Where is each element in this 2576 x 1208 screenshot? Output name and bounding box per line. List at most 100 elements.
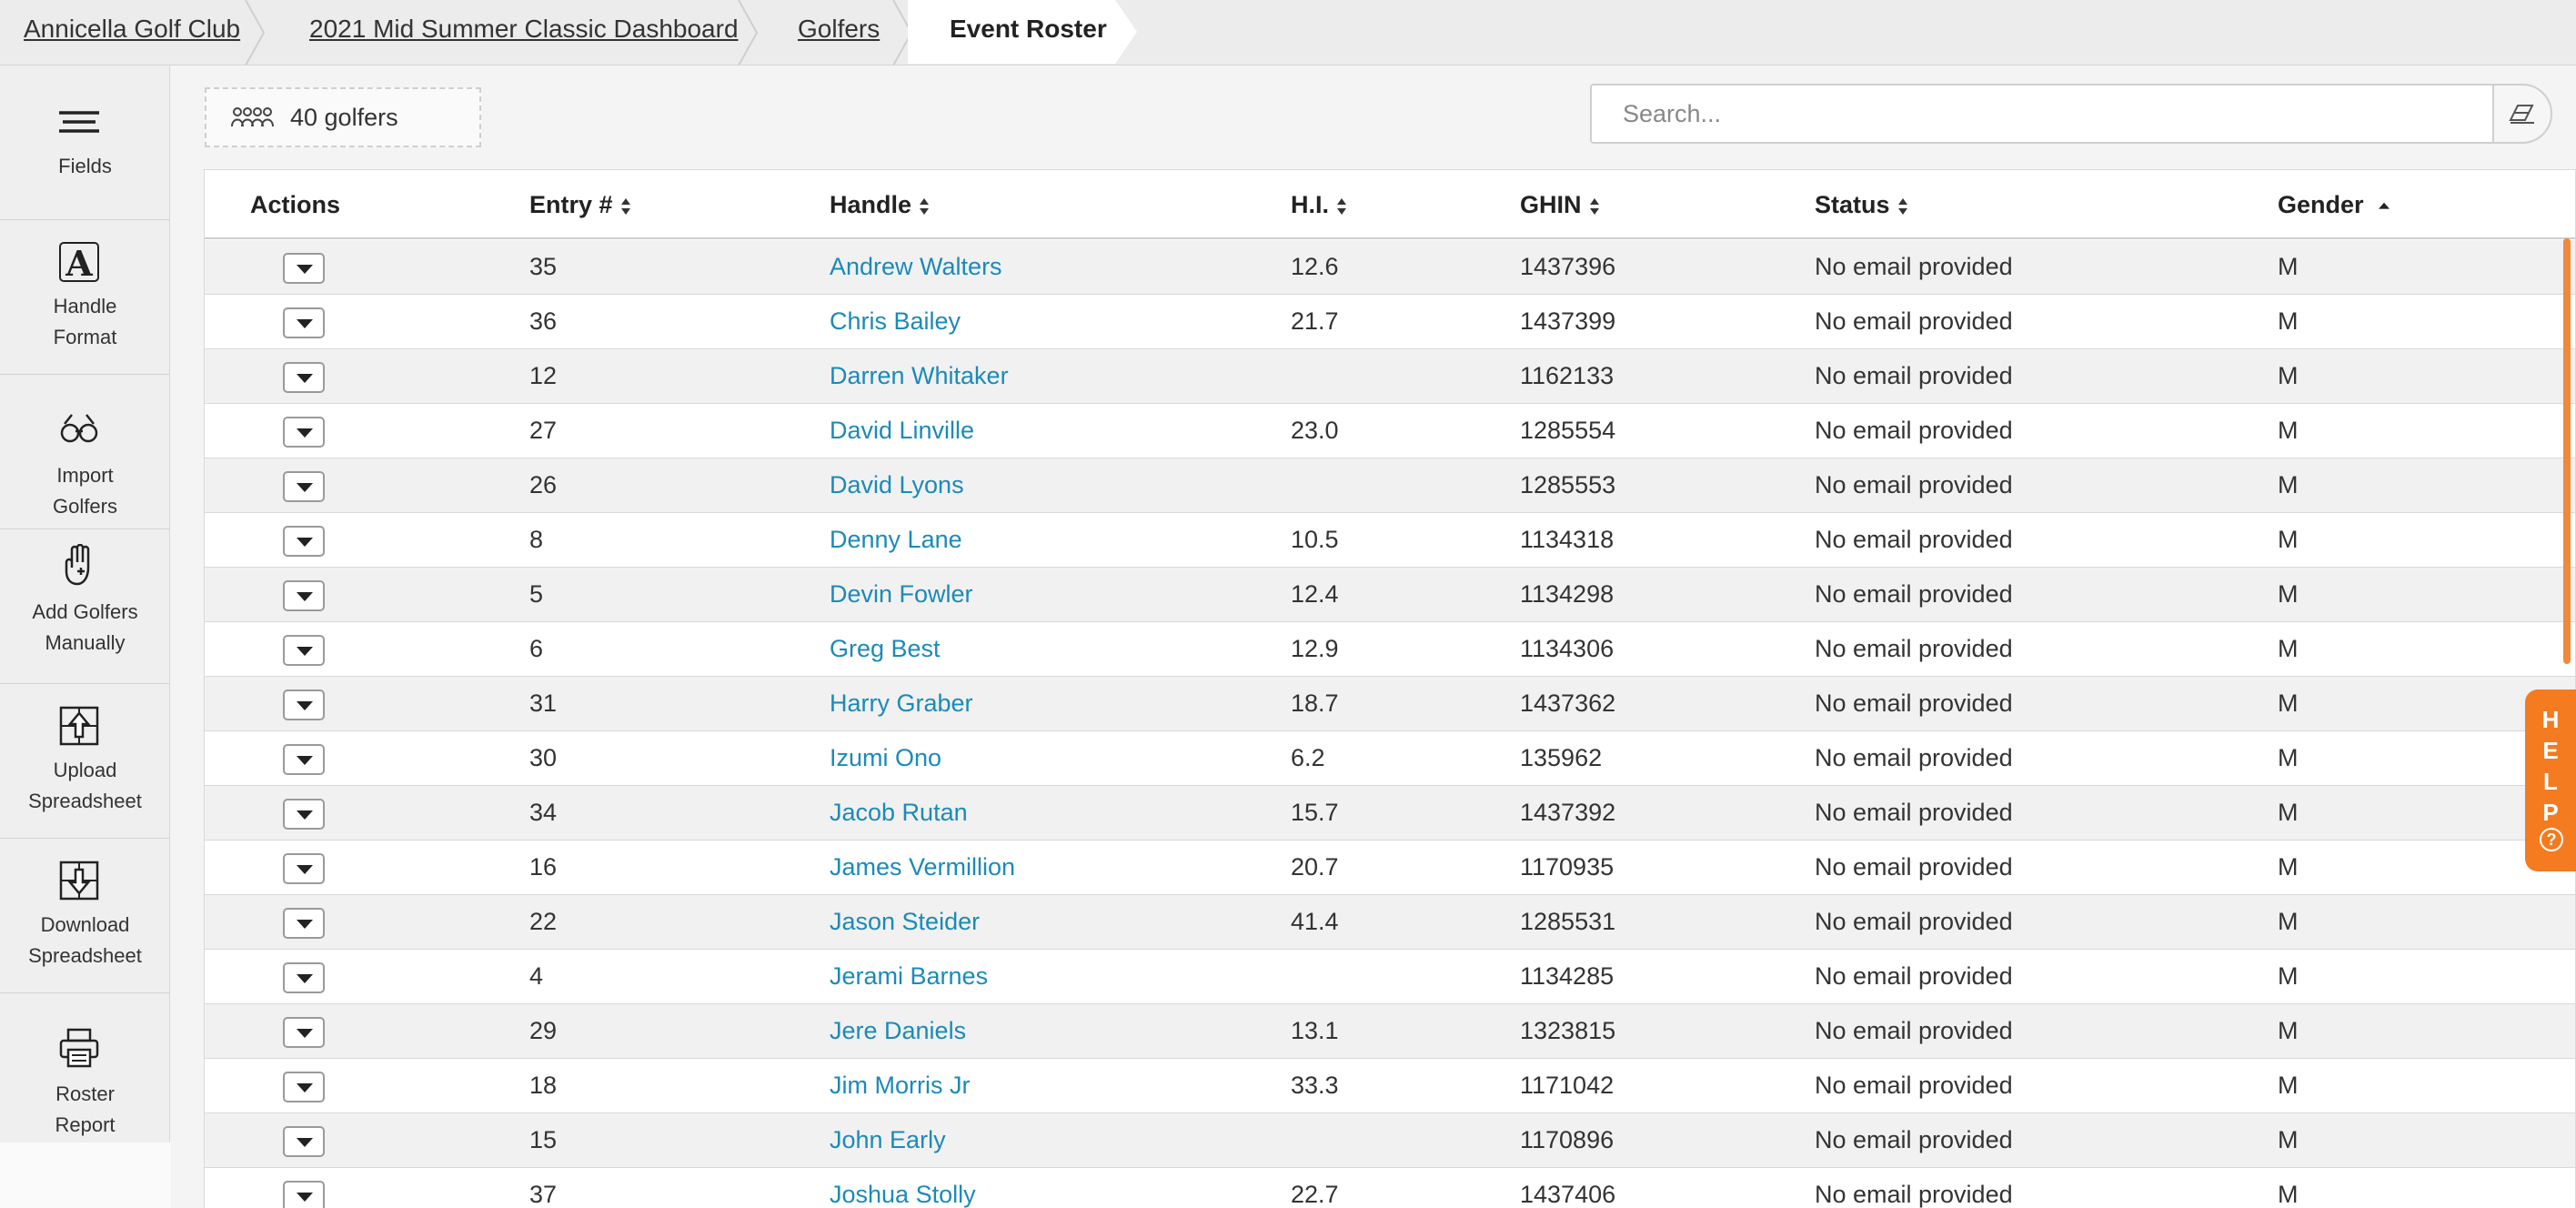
row-actions-dropdown-button[interactable] [283,1181,325,1208]
table-header: Actions Entry # Handle H.I. GHIN Status … [205,170,2575,239]
cell-entry: 27 [529,417,558,444]
cell-handle[interactable]: John Early [830,1113,946,1167]
cell-gender: M [2278,580,2299,608]
row-actions-dropdown-button[interactable] [283,417,325,448]
cell-entry: 15 [529,1126,558,1153]
row-actions-dropdown-button[interactable] [283,635,325,666]
cell-handle[interactable]: Chris Bailey [830,295,961,348]
cell-hi: 23.0 [1291,417,1339,444]
search-input[interactable] [1590,84,2494,144]
sidebar-item-label: Format [53,326,117,348]
cell-hi: 18.7 [1291,690,1339,717]
cell-gender: M [2278,635,2299,662]
cell-handle[interactable]: Denny Lane [830,513,962,567]
row-actions-dropdown-button[interactable] [283,362,325,393]
cell-handle[interactable]: Devin Fowler [830,568,973,621]
row-actions-dropdown-button[interactable] [283,690,325,720]
cell-handle[interactable]: Harry Graber [830,677,973,730]
cell-entry: 18 [529,1072,558,1099]
row-actions-dropdown-button[interactable] [283,1072,325,1102]
table-row: 16 James Vermillion 20.7 1170935 No email pr… [205,841,2575,895]
sidebar-item-fields[interactable]: Fields [0,65,170,220]
cell-hi: 10.5 [1291,526,1339,553]
cell-hi: 13.1 [1291,1017,1339,1044]
column-header-gender[interactable]: Gender [2278,170,2390,239]
sidebar: Fields A Handle Format Import Golfers Ad… [0,65,170,1143]
cell-gender: M [2278,853,2299,881]
cell-handle[interactable]: Jim Morris Jr [830,1059,970,1112]
sort-both-icon [1337,197,1347,215]
row-actions-dropdown-button[interactable] [283,853,325,884]
sidebar-item-label: Add Golfers [32,600,138,623]
golfer-count-label: 40 golfers [290,103,398,131]
sidebar-item-add-golfers-manually[interactable]: Add Golfers Manually [0,529,170,684]
row-actions-dropdown-button[interactable] [283,526,325,557]
column-header-hi[interactable]: H.I. [1291,170,1347,239]
row-actions-dropdown-button[interactable] [283,580,325,611]
row-actions-dropdown-button[interactable] [283,1017,325,1048]
download-spreadsheet-icon [59,861,99,901]
sidebar-item-roster-report[interactable]: Roster Report [0,993,170,1143]
breadcrumb-club-link[interactable]: Annicella Golf Club [24,0,240,65]
column-header-entry[interactable]: Entry # [529,170,631,239]
sort-both-icon [620,197,630,215]
table-row: 27 David Linville 23.0 1285554 No email prov… [205,404,2575,458]
cell-handle[interactable]: Andrew Walters [830,240,1002,294]
sort-both-icon [920,197,930,215]
cell-handle[interactable]: Izumi Ono [830,731,941,785]
row-actions-dropdown-button[interactable] [283,962,325,993]
column-header-handle[interactable]: Handle [830,170,930,239]
cell-hi: 12.4 [1291,580,1339,608]
cell-handle[interactable]: Jere Daniels [830,1004,966,1058]
sidebar-item-import-golfers[interactable]: Import Golfers [0,375,170,529]
sort-ascending-icon [2378,202,2390,209]
sidebar-item-upload-spreadsheet[interactable]: Upload Spreadsheet [0,684,170,839]
sidebar-item-label: Manually [45,631,126,654]
cell-handle[interactable]: Jacob Rutan [830,786,968,840]
cell-entry: 30 [529,744,558,771]
cell-handle[interactable]: Jason Steider [830,895,980,949]
cell-handle[interactable]: Greg Best [830,622,941,676]
table-row: 37 Joshua Stolly 22.7 1437406 No email provi… [205,1168,2575,1208]
cell-hi: 22.7 [1291,1181,1339,1208]
breadcrumb-dashboard-link[interactable]: 2021 Mid Summer Classic Dashboard [309,0,739,65]
column-header-status[interactable]: Status [1815,170,1908,239]
cell-ghin: 1134306 [1520,635,1615,662]
cell-ghin: 1171042 [1520,1072,1615,1099]
sidebar-item-download-spreadsheet[interactable]: Download Spreadsheet [0,839,170,993]
sidebar-item-handle-format[interactable]: A Handle Format [0,220,170,375]
cell-gender: M [2278,908,2299,935]
breadcrumb-separator [738,0,759,65]
help-tab[interactable]: H E L P ? [2525,690,2576,871]
cell-status: No email provided [1815,362,2013,389]
cell-gender: M [2278,307,2299,335]
row-actions-dropdown-button[interactable] [283,253,325,284]
cell-handle[interactable]: David Linville [830,404,974,458]
cell-gender: M [2278,526,2299,553]
row-actions-dropdown-button[interactable] [283,908,325,939]
cell-handle[interactable]: Darren Whitaker [830,349,1009,403]
column-header-ghin[interactable]: GHIN [1520,170,1600,239]
cell-handle[interactable]: Jerami Barnes [830,950,988,1003]
row-actions-dropdown-button[interactable] [283,307,325,338]
table-scrollbar[interactable] [2563,238,2571,664]
cell-handle[interactable]: James Vermillion [830,841,1015,894]
row-actions-dropdown-button[interactable] [283,744,325,775]
cell-handle[interactable]: David Lyons [830,458,964,512]
breadcrumb-golfers-link[interactable]: Golfers [798,0,880,65]
row-actions-dropdown-button[interactable] [283,471,325,502]
cell-hi: 41.4 [1291,908,1339,935]
cell-gender: M [2278,1126,2299,1153]
cell-handle[interactable]: Joshua Stolly [830,1168,976,1208]
sidebar-item-label: Import [56,464,114,487]
row-actions-dropdown-button[interactable] [283,799,325,830]
cell-gender: M [2278,1181,2299,1208]
eraser-icon [2509,105,2534,124]
cell-gender: M [2278,744,2299,771]
sidebar-footer [0,1143,171,1208]
table-row: 34 Jacob Rutan 15.7 1437392 No email provide… [205,786,2575,841]
row-actions-dropdown-button[interactable] [283,1126,325,1157]
clear-search-button[interactable] [2492,84,2552,144]
cell-entry: 36 [529,307,558,335]
cell-ghin: 1437406 [1520,1181,1616,1208]
